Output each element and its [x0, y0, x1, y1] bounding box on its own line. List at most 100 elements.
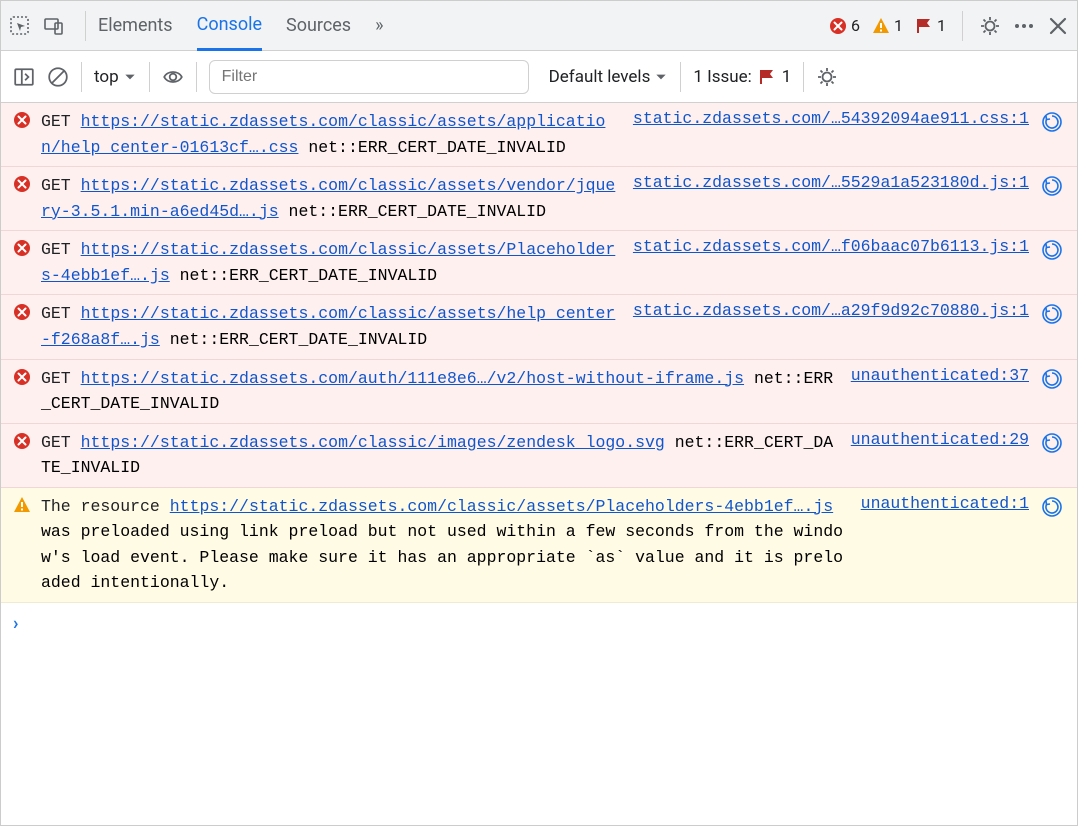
chevron-down-icon — [123, 70, 137, 84]
separator — [149, 62, 150, 92]
console-message: GET https://static.zdassets.com/classic/… — [1, 231, 1077, 295]
issues-label: 1 Issue: — [693, 67, 751, 87]
message-source: static.zdassets.com/…a29f9d92c70880.js:1 — [633, 301, 1033, 320]
separator — [85, 11, 86, 41]
issue-flag-counter[interactable]: 1 — [915, 16, 946, 35]
close-devtools-icon[interactable] — [1047, 15, 1069, 37]
message-url[interactable]: https://static.zdassets.com/auth/111e8e6… — [81, 369, 744, 388]
message-prefix: The resource — [41, 497, 170, 516]
message-url[interactable]: https://static.zdassets.com/classic/asse… — [170, 497, 833, 516]
console-messages[interactable]: GET https://static.zdassets.com/classic/… — [1, 103, 1077, 827]
error-icon — [13, 430, 33, 450]
separator — [680, 62, 681, 92]
message-text: The resource https://static.zdassets.com… — [41, 494, 853, 596]
separator — [803, 62, 804, 92]
console-message: The resource https://static.zdassets.com… — [1, 488, 1077, 603]
source-link[interactable]: unauthenticated:29 — [851, 430, 1029, 449]
source-link[interactable]: static.zdassets.com/…a29f9d92c70880.js:1 — [633, 301, 1029, 320]
message-text: GET https://static.zdassets.com/auth/111… — [41, 366, 843, 417]
message-text: GET https://static.zdassets.com/classic/… — [41, 430, 843, 481]
tab-sources[interactable]: Sources — [286, 1, 351, 51]
message-text: GET https://static.zdassets.com/classic/… — [41, 109, 625, 160]
message-prefix: GET — [41, 176, 71, 195]
message-url[interactable]: https://static.zdassets.com/classic/imag… — [81, 433, 665, 452]
source-link[interactable]: unauthenticated:1 — [861, 494, 1029, 513]
message-suffix: net::ERR_CERT_DATE_INVALID — [160, 330, 427, 349]
levels-label: Default levels — [549, 67, 651, 87]
source-link[interactable]: unauthenticated:37 — [851, 366, 1029, 385]
console-message: GET https://static.zdassets.com/classic/… — [1, 167, 1077, 231]
issues-indicator[interactable]: 1 Issue: 1 — [693, 67, 791, 87]
warning-counter[interactable]: 1 — [872, 16, 903, 35]
flag-icon — [915, 17, 933, 35]
live-expression-icon[interactable] — [162, 66, 184, 88]
message-source: unauthenticated:29 — [851, 430, 1033, 449]
tab-console[interactable]: Console — [197, 1, 262, 51]
replay-xhr-icon[interactable] — [1041, 366, 1065, 390]
tab-more[interactable]: » — [375, 1, 383, 51]
replay-xhr-icon[interactable] — [1041, 109, 1065, 133]
replay-xhr-icon[interactable] — [1041, 430, 1065, 454]
error-icon — [13, 173, 33, 193]
warning-count: 1 — [894, 16, 903, 35]
inspect-icon[interactable] — [9, 15, 31, 37]
warning-icon — [872, 17, 890, 35]
separator — [81, 62, 82, 92]
flag-icon — [758, 68, 776, 86]
message-source: unauthenticated:37 — [851, 366, 1033, 385]
console-message: GET https://static.zdassets.com/classic/… — [1, 295, 1077, 359]
message-text: GET https://static.zdassets.com/classic/… — [41, 301, 625, 352]
message-source: static.zdassets.com/…54392094ae911.css:1 — [633, 109, 1033, 128]
error-counter[interactable]: 6 — [829, 16, 860, 35]
console-message: GET https://static.zdassets.com/classic/… — [1, 424, 1077, 488]
tab-elements[interactable]: Elements — [98, 1, 173, 51]
error-count: 6 — [851, 16, 860, 35]
message-suffix: was preloaded using link preload but not… — [41, 522, 843, 592]
context-label: top — [94, 67, 119, 87]
replay-xhr-icon[interactable] — [1041, 494, 1065, 518]
replay-xhr-icon[interactable] — [1041, 301, 1065, 325]
error-icon — [13, 301, 33, 321]
flag-count: 1 — [937, 16, 946, 35]
separator — [196, 62, 197, 92]
message-suffix: net::ERR_CERT_DATE_INVALID — [279, 202, 546, 221]
chevron-down-icon — [654, 70, 668, 84]
error-icon — [13, 109, 33, 129]
console-input-row[interactable]: › — [1, 603, 1077, 644]
warning-icon — [13, 494, 33, 514]
replay-xhr-icon[interactable] — [1041, 173, 1065, 197]
filter-input[interactable] — [209, 60, 529, 94]
message-source: static.zdassets.com/…f06baac07b6113.js:1 — [633, 237, 1033, 256]
console-settings-icon[interactable] — [816, 66, 838, 88]
error-icon — [829, 17, 847, 35]
message-suffix: net::ERR_CERT_DATE_INVALID — [170, 266, 437, 285]
source-link[interactable]: static.zdassets.com/…5529a1a523180d.js:1 — [633, 173, 1029, 192]
kebab-menu-icon[interactable] — [1013, 15, 1035, 37]
clear-console-icon[interactable] — [47, 66, 69, 88]
message-prefix: GET — [41, 304, 71, 323]
message-prefix: GET — [41, 369, 71, 388]
message-text: GET https://static.zdassets.com/classic/… — [41, 237, 625, 288]
message-suffix: net::ERR_CERT_DATE_INVALID — [298, 138, 565, 157]
message-prefix: GET — [41, 240, 71, 259]
context-selector[interactable]: top — [94, 67, 137, 87]
source-link[interactable]: static.zdassets.com/…54392094ae911.css:1 — [633, 109, 1029, 128]
separator — [962, 11, 963, 41]
source-link[interactable]: static.zdassets.com/…f06baac07b6113.js:1 — [633, 237, 1029, 256]
device-toolbar-icon[interactable] — [43, 15, 65, 37]
error-icon — [13, 237, 33, 257]
error-icon — [13, 366, 33, 386]
devtools-tabbar: Elements Console Sources » 6 1 1 — [1, 1, 1077, 51]
console-message: GET https://static.zdassets.com/classic/… — [1, 103, 1077, 167]
message-text: GET https://static.zdassets.com/classic/… — [41, 173, 625, 224]
message-source: unauthenticated:1 — [861, 494, 1033, 513]
replay-xhr-icon[interactable] — [1041, 237, 1065, 261]
message-prefix: GET — [41, 112, 71, 131]
message-prefix: GET — [41, 433, 71, 452]
settings-icon[interactable] — [979, 15, 1001, 37]
devtools-tabs: Elements Console Sources » — [98, 1, 384, 51]
console-toolbar: top Default levels 1 Issue: 1 — [1, 51, 1077, 103]
log-levels-selector[interactable]: Default levels — [549, 67, 669, 87]
toggle-sidebar-icon[interactable] — [13, 66, 35, 88]
message-source: static.zdassets.com/…5529a1a523180d.js:1 — [633, 173, 1033, 192]
